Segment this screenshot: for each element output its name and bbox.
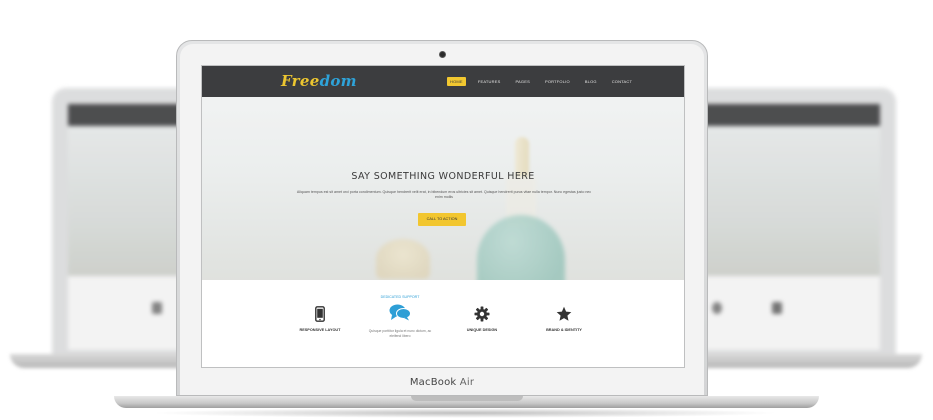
site-navbar: Freedom HOME FEATURES PAGES PORTFOLIO BL… [202,66,684,100]
menu-item-contact[interactable]: CONTACT [609,77,635,86]
menu-item-features[interactable]: FEATURES [475,77,504,86]
logo-part-1: Free [281,72,320,90]
features-section: RESPONSIVE LAYOUT DEDICATED SUPPORT Quis… [202,280,684,367]
laptop-screen: Freedom HOME FEATURES PAGES PORTFOLIO BL… [201,65,685,368]
feature-brand-identity: BRAND & IDENTITY [529,306,599,332]
background-feature-icon [712,302,722,314]
menu-item-blog[interactable]: BLOG [582,77,600,86]
camera-icon [439,51,446,58]
background-feature-icon [772,302,782,314]
hero-title: SAY SOMETHING WONDERFUL HERE [351,171,535,182]
feature-tag: DEDICATED SUPPORT [380,295,420,299]
brand-name: MacBook [409,377,457,388]
hero-overlay [202,97,684,280]
laptop-base-notch [411,396,523,401]
feature-label: UNIQUE DESIGN [466,328,498,332]
site-logo[interactable]: Freedom [281,72,357,90]
menu-item-pages[interactable]: PAGES [512,77,533,86]
menu-item-home[interactable]: HOME [447,77,466,86]
background-feature-icon [152,302,162,314]
chat-bubbles-icon [365,303,435,321]
star-icon [529,306,599,322]
feature-description: Quisque porttitor ligula et nunc dictum,… [368,329,432,338]
site-menu: HOME FEATURES PAGES PORTFOLIO BLOG CONTA… [447,77,635,86]
brand-model: Air [459,377,475,388]
laptop-shadow [150,408,780,418]
feature-label: BRAND & IDENTITY [546,328,582,332]
logo-part-2: dom [319,72,357,90]
laptop-brand-label: MacBook Air [177,377,707,388]
call-to-action-button[interactable]: CALL TO ACTION [418,213,466,226]
laptop-frame: Freedom HOME FEATURES PAGES PORTFOLIO BL… [176,40,708,396]
hero-text: Aliquam tempus est sit amet orci porta c… [296,190,592,199]
feature-responsive-layout: RESPONSIVE LAYOUT [285,306,355,332]
menu-item-portfolio[interactable]: PORTFOLIO [542,77,573,86]
feature-unique-design: UNIQUE DESIGN [447,306,517,332]
hero-section [202,97,684,280]
feature-label: RESPONSIVE LAYOUT [299,328,341,332]
mobile-phone-icon [285,306,355,322]
gear-icon [447,306,517,322]
feature-dedicated-support: DEDICATED SUPPORT Quisque porttitor ligu… [365,295,435,338]
